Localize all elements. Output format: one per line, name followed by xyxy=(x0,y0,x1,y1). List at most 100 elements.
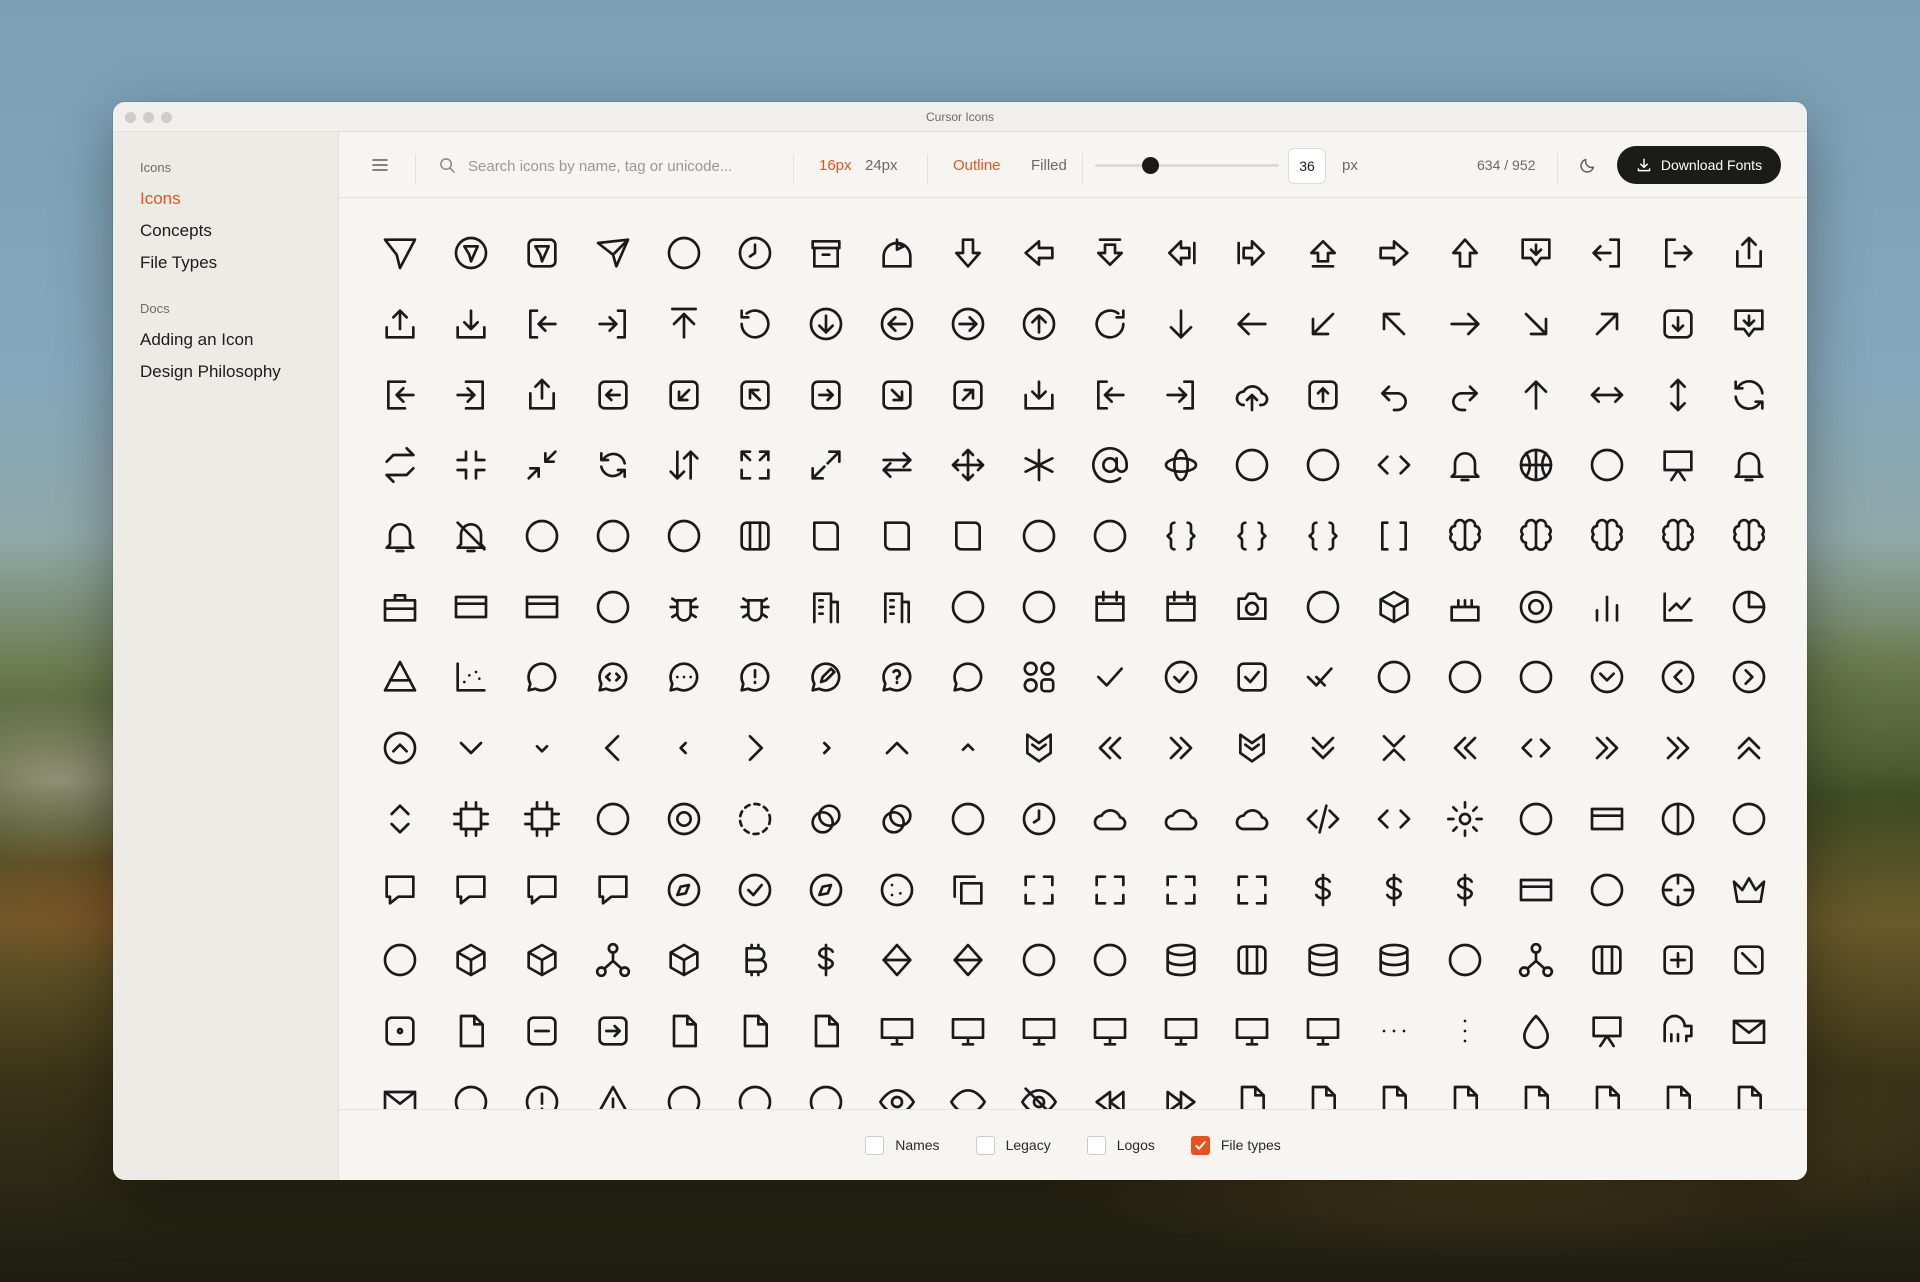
style-outline-toggle[interactable]: Outline xyxy=(953,132,1001,198)
icon-cell[interactable] xyxy=(861,359,932,430)
icon-cell[interactable] xyxy=(1642,571,1713,642)
icon-cell[interactable] xyxy=(1571,784,1642,855)
icon-cell[interactable] xyxy=(1287,1066,1358,1109)
icon-cell[interactable] xyxy=(790,996,861,1067)
icon-cell[interactable] xyxy=(506,713,577,784)
icon-cell[interactable] xyxy=(506,1066,577,1109)
icon-cell[interactable] xyxy=(1358,642,1429,713)
icon-cell[interactable] xyxy=(861,996,932,1067)
icon-cell[interactable] xyxy=(435,854,506,925)
icon-cell[interactable] xyxy=(1642,501,1713,572)
icon-cell[interactable] xyxy=(719,571,790,642)
icon-cell[interactable] xyxy=(648,642,719,713)
icon-cell[interactable] xyxy=(1713,430,1784,501)
icon-cell[interactable] xyxy=(1074,1066,1145,1109)
icon-cell[interactable] xyxy=(1216,571,1287,642)
icon-cell[interactable] xyxy=(648,713,719,784)
icon-cell[interactable] xyxy=(506,359,577,430)
icon-cell[interactable] xyxy=(435,784,506,855)
icon-cell[interactable] xyxy=(1287,359,1358,430)
icon-cell[interactable] xyxy=(861,925,932,996)
icon-cell[interactable] xyxy=(1074,642,1145,713)
icon-cell[interactable] xyxy=(364,430,435,501)
icon-cell[interactable] xyxy=(932,996,1003,1067)
icon-cell[interactable] xyxy=(1074,925,1145,996)
icon-cell[interactable] xyxy=(1358,854,1429,925)
icon-cell[interactable] xyxy=(1429,501,1500,572)
icon-cell[interactable] xyxy=(577,289,648,360)
icon-cell[interactable] xyxy=(1358,784,1429,855)
icon-cell[interactable] xyxy=(1287,996,1358,1067)
icon-cell[interactable] xyxy=(1571,501,1642,572)
icon-cell[interactable] xyxy=(364,642,435,713)
icon-cell[interactable] xyxy=(1642,996,1713,1067)
icon-cell[interactable] xyxy=(790,571,861,642)
icon-cell[interactable] xyxy=(1287,571,1358,642)
icon-cell[interactable] xyxy=(1358,218,1429,289)
icon-cell[interactable] xyxy=(1713,571,1784,642)
icon-cell[interactable] xyxy=(1074,571,1145,642)
icon-cell[interactable] xyxy=(932,642,1003,713)
icon-cell[interactable] xyxy=(435,501,506,572)
icon-cell[interactable] xyxy=(861,501,932,572)
icon-cell[interactable] xyxy=(861,854,932,925)
icon-cell[interactable] xyxy=(648,925,719,996)
icon-cell[interactable] xyxy=(1003,359,1074,430)
icon-cell[interactable] xyxy=(1216,501,1287,572)
icon-cell[interactable] xyxy=(1571,359,1642,430)
icon-cell[interactable] xyxy=(1429,996,1500,1067)
icon-cell[interactable] xyxy=(1216,218,1287,289)
icon-cell[interactable] xyxy=(1287,289,1358,360)
icon-cell[interactable] xyxy=(1713,642,1784,713)
icon-cell[interactable] xyxy=(790,218,861,289)
icon-cell[interactable] xyxy=(1642,289,1713,360)
icon-cell[interactable] xyxy=(1358,713,1429,784)
icon-cell[interactable] xyxy=(1429,571,1500,642)
icon-cell[interactable] xyxy=(1287,854,1358,925)
icon-cell[interactable] xyxy=(1003,430,1074,501)
icon-cell[interactable] xyxy=(790,642,861,713)
legacy-checkbox[interactable]: Legacy xyxy=(975,1135,1051,1155)
icon-cell[interactable] xyxy=(1287,218,1358,289)
icon-cell[interactable] xyxy=(932,713,1003,784)
icon-cell[interactable] xyxy=(1003,784,1074,855)
icon-cell[interactable] xyxy=(435,218,506,289)
icon-cell[interactable] xyxy=(932,784,1003,855)
icon-cell[interactable] xyxy=(506,430,577,501)
icon-cell[interactable] xyxy=(1500,642,1571,713)
icon-cell[interactable] xyxy=(1429,430,1500,501)
icon-cell[interactable] xyxy=(719,359,790,430)
icon-cell[interactable] xyxy=(861,642,932,713)
icon-cell[interactable] xyxy=(577,854,648,925)
icon-cell[interactable] xyxy=(932,430,1003,501)
icon-cell[interactable] xyxy=(648,996,719,1067)
icon-cell[interactable] xyxy=(1642,784,1713,855)
icon-cell[interactable] xyxy=(790,784,861,855)
icon-cell[interactable] xyxy=(1287,713,1358,784)
icon-cell[interactable] xyxy=(1358,359,1429,430)
icon-cell[interactable] xyxy=(790,289,861,360)
size-16px-toggle[interactable]: 16px xyxy=(819,132,852,198)
icon-cell[interactable] xyxy=(1145,289,1216,360)
size-slider-track[interactable] xyxy=(1095,164,1279,167)
icon-cell[interactable] xyxy=(1429,359,1500,430)
icon-cell[interactable] xyxy=(577,218,648,289)
icon-cell[interactable] xyxy=(1500,996,1571,1067)
icon-cell[interactable] xyxy=(435,359,506,430)
icon-cell[interactable] xyxy=(1500,501,1571,572)
icon-cell[interactable] xyxy=(1571,571,1642,642)
icon-cell[interactable] xyxy=(1003,925,1074,996)
icon-cell[interactable] xyxy=(364,359,435,430)
icon-cell[interactable] xyxy=(577,784,648,855)
icon-cell[interactable] xyxy=(861,571,932,642)
icon-cell[interactable] xyxy=(1145,571,1216,642)
icon-cell[interactable] xyxy=(1216,642,1287,713)
icon-cell[interactable] xyxy=(1145,713,1216,784)
icon-cell[interactable] xyxy=(1500,784,1571,855)
icon-cell[interactable] xyxy=(1145,925,1216,996)
icon-cell[interactable] xyxy=(932,571,1003,642)
icon-cell[interactable] xyxy=(1358,925,1429,996)
icon-cell[interactable] xyxy=(1500,430,1571,501)
icon-cell[interactable] xyxy=(1642,359,1713,430)
icon-cell[interactable] xyxy=(932,359,1003,430)
